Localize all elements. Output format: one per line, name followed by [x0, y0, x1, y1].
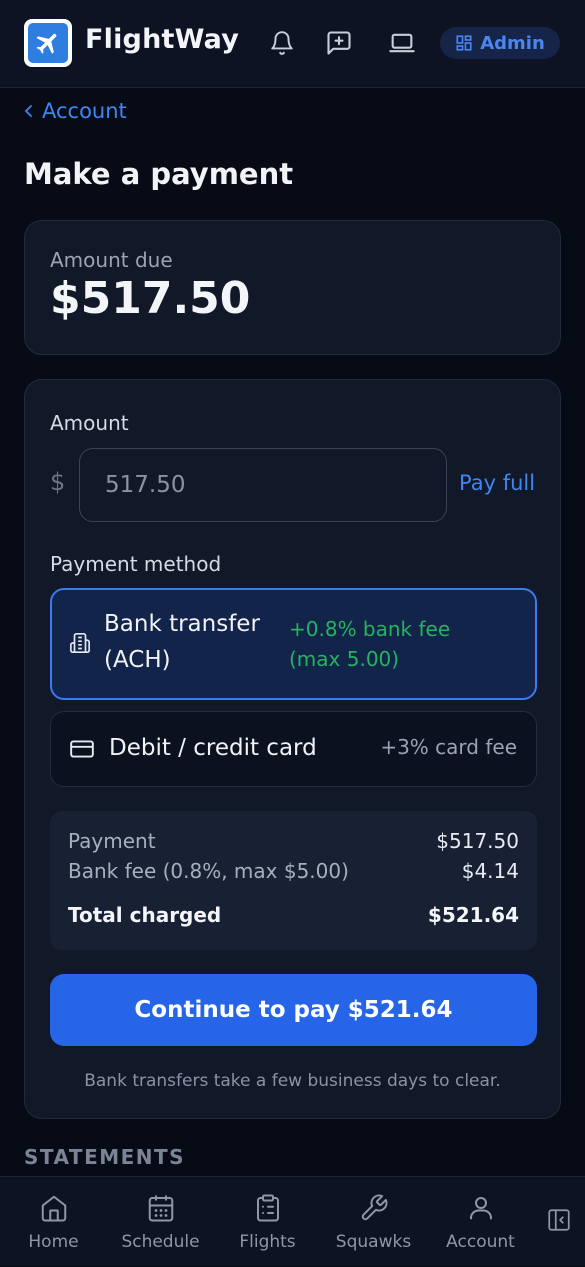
amount-due-label: Amount due — [50, 248, 173, 272]
nav-label: Flights — [239, 1232, 296, 1252]
user-icon — [465, 1192, 497, 1224]
back-to-account-link[interactable]: Account — [24, 99, 127, 123]
amount-due-value: $517.50 — [50, 273, 251, 324]
nav-label: Account — [446, 1232, 515, 1252]
nav-item-flights[interactable]: Flights — [214, 1177, 321, 1267]
laptop-icon[interactable] — [388, 29, 416, 57]
method-debit-credit-card[interactable]: Debit / credit card +3% card fee — [50, 711, 537, 787]
payment-form-card: Amount $ Pay full Payment method Bank tr… — [24, 379, 561, 1119]
back-label: Account — [42, 99, 127, 123]
summary-value: $517.50 — [436, 829, 519, 853]
admin-label: Admin — [480, 32, 545, 54]
nav-label: Squawks — [335, 1232, 412, 1252]
method-fee: +0.8% bank fee (max 5.00) — [289, 614, 489, 674]
clipboard-icon — [252, 1192, 284, 1224]
credit-card-icon — [69, 736, 95, 762]
summary-label: Bank fee (0.8%, max $5.00) — [68, 859, 349, 883]
page-title: Make a payment — [24, 157, 294, 191]
admin-button[interactable]: Admin — [440, 27, 560, 59]
wrench-icon — [358, 1192, 390, 1224]
summary-value: $521.64 — [427, 903, 519, 927]
payment-method-label: Payment method — [50, 552, 222, 576]
brand-name: FlightWay — [85, 24, 240, 55]
nav-label: Schedule — [121, 1232, 200, 1252]
amount-input[interactable] — [79, 448, 447, 522]
summary-value: $4.14 — [461, 859, 519, 883]
pay-full-link[interactable]: Pay full — [459, 471, 535, 495]
method-title: Debit / credit card — [109, 735, 317, 761]
bell-icon[interactable] — [268, 29, 296, 57]
method-bank-transfer[interactable]: Bank transfer (ACH) +0.8% bank fee (max … — [50, 588, 537, 700]
summary-row-total: Total charged $521.64 — [68, 903, 519, 927]
method-fee-line1: +0.8% bank fee — [289, 617, 451, 641]
message-plus-icon[interactable] — [325, 29, 353, 57]
method-fee: +3% card fee — [380, 735, 517, 759]
bank-icon — [69, 632, 91, 654]
currency-symbol: $ — [50, 468, 66, 496]
bottom-nav: Home Schedule Flights Squawks Account — [0, 1176, 585, 1266]
amount-due-card: Amount due $517.50 — [24, 220, 561, 355]
continue-to-pay-button[interactable]: Continue to pay $521.64 — [50, 974, 537, 1046]
payment-note: Bank transfers take a few business days … — [84, 1071, 501, 1091]
summary-label: Total charged — [68, 903, 222, 927]
summary-row-payment: Payment $517.50 — [68, 829, 519, 853]
nav-item-home[interactable]: Home — [0, 1177, 107, 1267]
summary-row-fee: Bank fee (0.8%, max $5.00) $4.14 — [68, 859, 519, 883]
statements-heading: STATEMENTS — [24, 1145, 186, 1169]
summary-label: Payment — [68, 829, 156, 853]
grid-icon — [455, 34, 473, 52]
method-title-line2: (ACH) — [104, 647, 171, 673]
home-icon — [38, 1192, 70, 1224]
app-logo[interactable] — [24, 19, 72, 67]
nav-item-schedule[interactable]: Schedule — [107, 1177, 214, 1267]
airplane-icon — [28, 23, 68, 63]
method-fee-line2: (max 5.00) — [289, 647, 400, 671]
nav-item-squawks[interactable]: Squawks — [320, 1177, 427, 1267]
chevron-left-icon — [24, 104, 34, 118]
calendar-icon — [145, 1192, 177, 1224]
amount-label: Amount — [50, 411, 129, 435]
top-bar: FlightWay Admin — [0, 0, 585, 88]
sidebar-toggle-icon[interactable] — [545, 1206, 573, 1234]
method-title: Bank transfer — [104, 611, 260, 637]
nav-item-account[interactable]: Account — [427, 1177, 534, 1267]
nav-label: Home — [28, 1232, 79, 1252]
payment-summary: Payment $517.50 Bank fee (0.8%, max $5.0… — [50, 811, 537, 950]
